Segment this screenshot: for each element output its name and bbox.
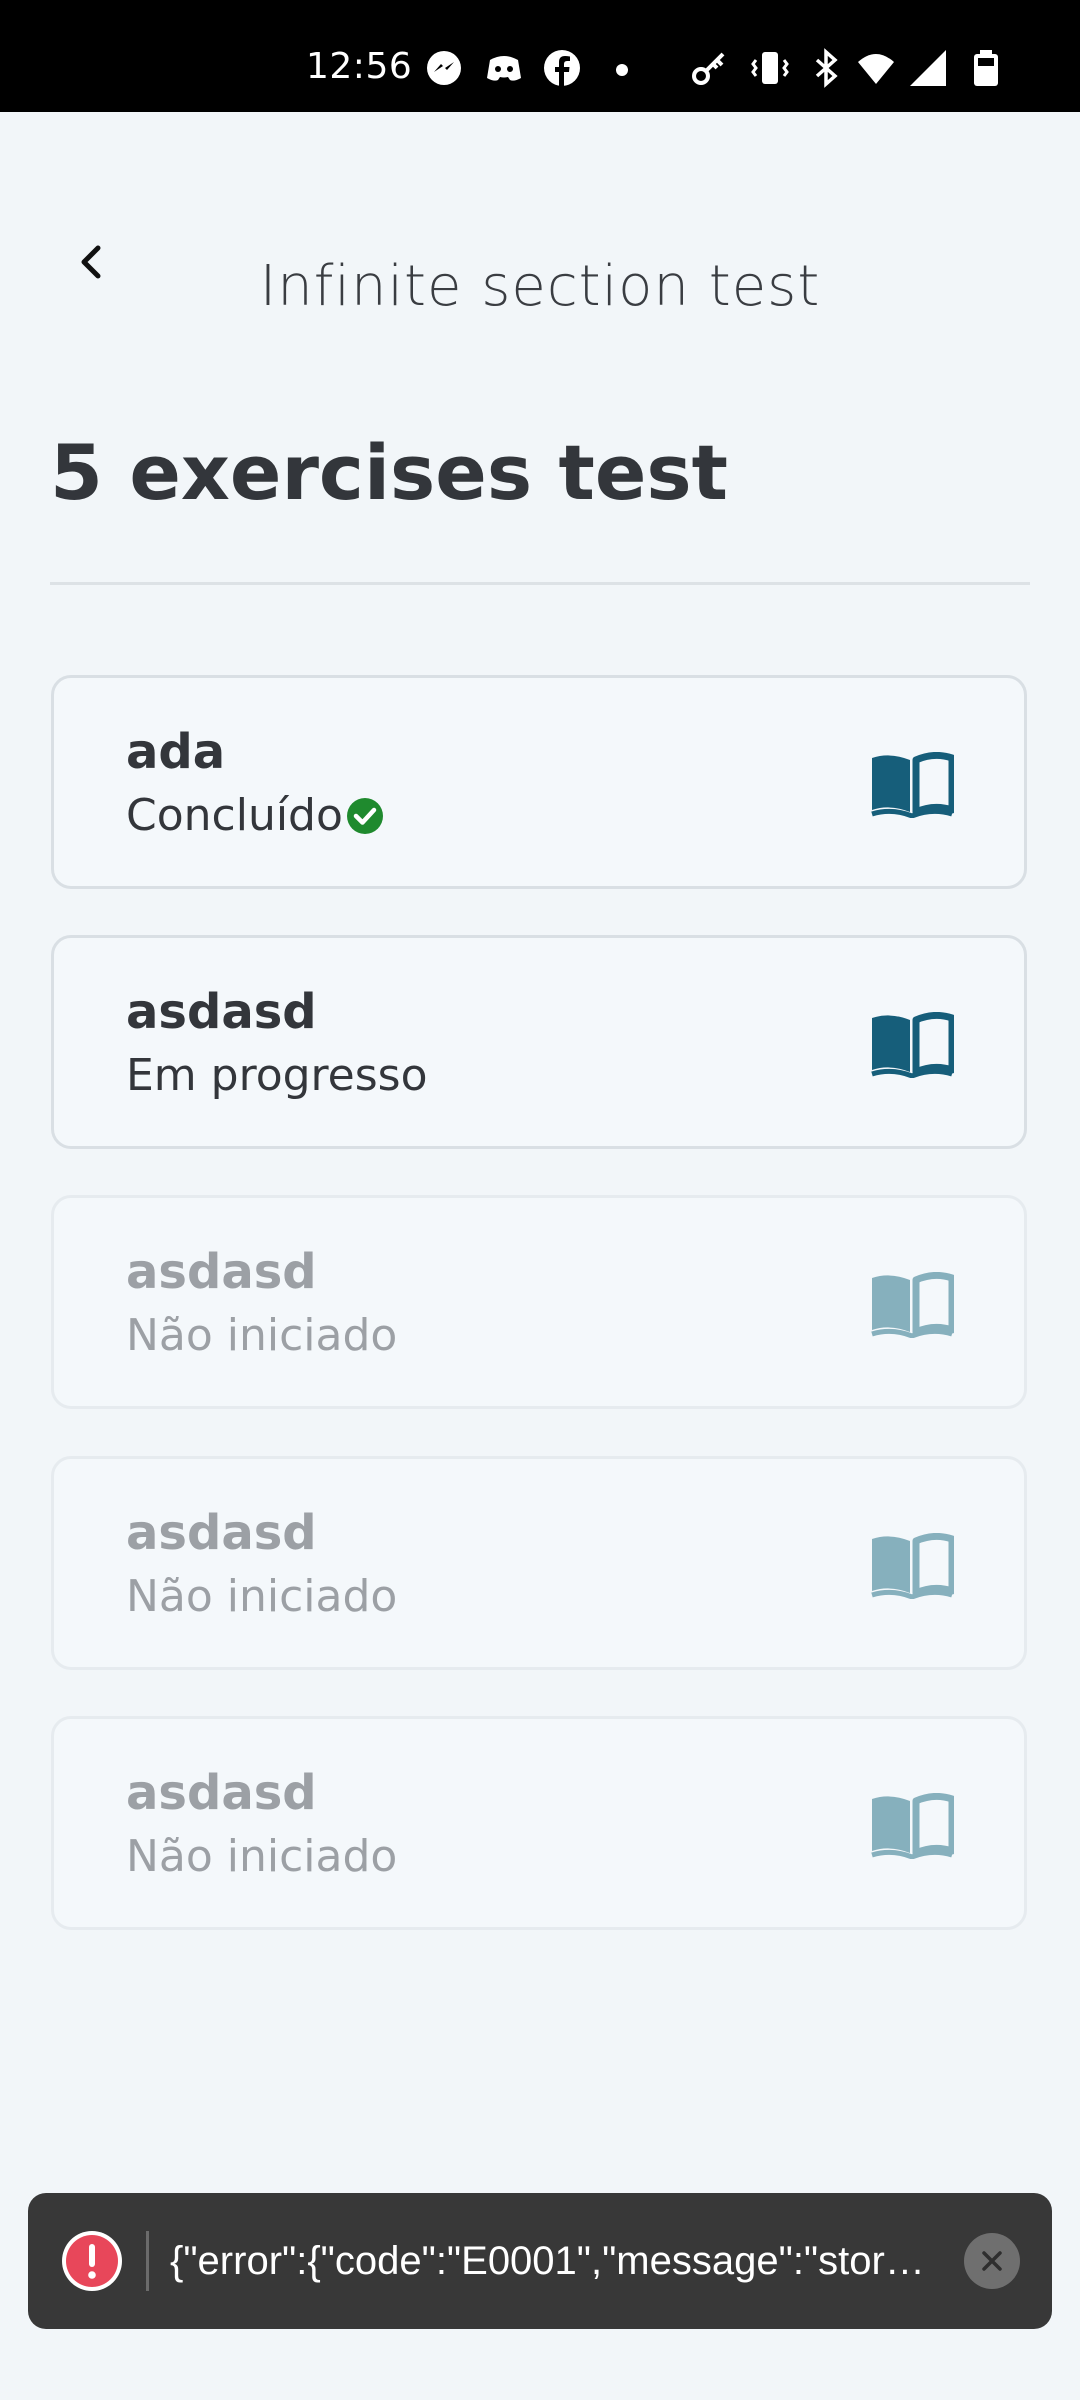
exercise-card[interactable]: asdasd Não iniciado bbox=[51, 1716, 1027, 1930]
toast-message: {"error":{"code":"E0001","message":"stor… bbox=[170, 2239, 940, 2283]
exercise-card[interactable]: asdasd Não iniciado bbox=[51, 1456, 1027, 1670]
exercise-status: Concluído bbox=[126, 790, 385, 841]
toast-separator bbox=[146, 2231, 149, 2291]
exercise-status-label: Não iniciado bbox=[126, 1831, 398, 1882]
exercise-status-label: Em progresso bbox=[126, 1050, 428, 1101]
exercise-card[interactable]: asdasd Não iniciado bbox=[51, 1195, 1027, 1409]
exercise-title: asdasd bbox=[126, 984, 317, 1040]
exercise-title: asdasd bbox=[126, 1765, 317, 1821]
error-icon bbox=[62, 2231, 122, 2291]
exercise-status: Em progresso bbox=[126, 1050, 428, 1101]
wifi-icon bbox=[858, 54, 894, 84]
vibrate-icon bbox=[751, 52, 789, 84]
exercise-status: Não iniciado bbox=[126, 1571, 397, 1622]
error-toast: {"error":{"code":"E0001","message":"stor… bbox=[28, 2193, 1052, 2329]
status-bar: 12:56 bbox=[0, 0, 1080, 112]
signal-icon bbox=[910, 50, 946, 86]
exercise-status: Não iniciado bbox=[126, 1831, 397, 1882]
book-icon bbox=[871, 1272, 954, 1338]
exercise-status-label: Não iniciado bbox=[126, 1571, 398, 1622]
divider bbox=[50, 582, 1030, 585]
close-icon bbox=[982, 2251, 1002, 2271]
header-title: Infinite section test bbox=[259, 254, 821, 319]
header: Infinite section test bbox=[0, 112, 1080, 362]
bluetooth-icon bbox=[815, 48, 838, 88]
dot-icon bbox=[616, 64, 628, 76]
exercise-status-label: Concluído bbox=[126, 790, 343, 841]
battery-icon bbox=[974, 50, 998, 86]
exercise-status-label: Não iniciado bbox=[126, 1310, 398, 1361]
exercise-status: Não iniciado bbox=[126, 1310, 397, 1361]
book-icon bbox=[871, 1793, 954, 1859]
exercise-title: asdasd bbox=[126, 1505, 317, 1561]
discord-icon bbox=[487, 56, 521, 81]
toast-close-button[interactable] bbox=[964, 2233, 1020, 2289]
book-icon bbox=[871, 1012, 954, 1078]
facebook-icon bbox=[544, 50, 580, 86]
page-title: 5 exercises test bbox=[50, 428, 728, 517]
check-circle-icon bbox=[346, 797, 383, 834]
book-icon bbox=[871, 752, 954, 818]
exercise-title: ada bbox=[126, 724, 226, 780]
book-icon bbox=[871, 1533, 954, 1599]
key-icon bbox=[692, 52, 725, 85]
exercise-title: asdasd bbox=[126, 1244, 317, 1300]
messenger-icon bbox=[427, 51, 461, 85]
exercise-card[interactable]: asdasd Em progresso bbox=[51, 935, 1027, 1149]
exercise-card[interactable]: ada Concluído bbox=[51, 675, 1027, 889]
status-time: 12:56 bbox=[306, 46, 413, 87]
